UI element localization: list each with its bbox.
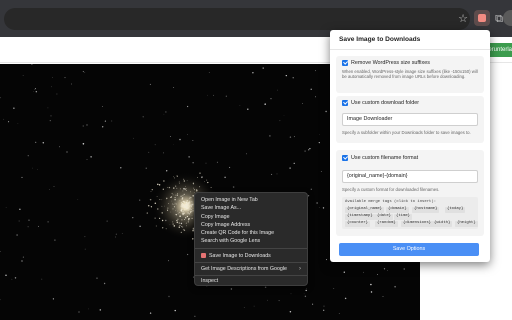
merge-tag[interactable]: {hostname} xyxy=(412,207,440,213)
filename-format-input[interactable]: {original_name}-{domain} xyxy=(342,170,478,183)
merge-tag[interactable]: {today} xyxy=(445,207,466,213)
menu-item-copy-image-address[interactable]: Copy Image Address xyxy=(201,221,250,229)
merge-tag[interactable]: {domain} xyxy=(386,207,409,213)
menu-item-copy-image[interactable]: Copy Image xyxy=(201,213,230,221)
custom-filename-label: Use custom filename format xyxy=(351,155,419,161)
context-menu: Open Image in New Tab Save Image As... C… xyxy=(194,192,308,286)
extension-icon xyxy=(201,252,206,258)
merge-tag[interactable]: {counter} xyxy=(345,221,371,227)
merge-tag[interactable]: {height} xyxy=(455,221,478,227)
save-options-button[interactable]: Save Options xyxy=(339,243,479,256)
folder-name-input[interactable]: Image Downloader xyxy=(342,113,478,126)
menu-item-open-image-new-tab[interactable]: Open Image in New Tab xyxy=(201,196,258,204)
extension-icon[interactable] xyxy=(474,10,490,26)
menu-item-save-image-as[interactable]: Save Image As... xyxy=(201,204,241,212)
menu-item-image-descriptions[interactable]: Get Image Descriptions from Google xyxy=(201,265,287,273)
merge-tags-box: Available merge tags (click to insert): … xyxy=(342,197,478,229)
menu-separator xyxy=(195,248,307,249)
custom-filename-checkbox[interactable] xyxy=(342,155,348,161)
address-bar[interactable] xyxy=(4,8,470,30)
chevron-right-icon: › xyxy=(299,266,301,272)
merge-tag[interactable]: {dimensions} xyxy=(401,221,434,227)
merge-tag[interactable]: {time} xyxy=(394,214,413,220)
custom-folder-label: Use custom download folder xyxy=(351,100,420,106)
star-icon[interactable]: ☆ xyxy=(456,12,470,26)
profile-icon[interactable] xyxy=(503,10,512,26)
filename-format-section: Use custom filename format {original_nam… xyxy=(336,150,484,236)
download-folder-section: Use custom download folder Image Downloa… xyxy=(336,96,484,143)
popup-divider xyxy=(330,49,490,50)
remove-suffix-checkbox[interactable] xyxy=(342,60,348,66)
merge-tags-title: Available merge tags (click to insert): xyxy=(345,200,437,204)
menu-item-inspect[interactable]: Inspect xyxy=(201,277,218,285)
popup-title: Save Image to Downloads xyxy=(339,36,421,43)
remove-suffix-description: When enabled, WordPress-style image size… xyxy=(342,69,478,80)
menu-item-label: Save Image to Downloads xyxy=(209,253,271,259)
folder-description: Specify a subfolder within your Download… xyxy=(342,130,471,135)
custom-folder-checkbox[interactable] xyxy=(342,100,348,106)
merge-tag[interactable]: {random} xyxy=(375,221,398,227)
filename-description: Specify a custom format for downloaded f… xyxy=(342,187,440,192)
menu-item-save-image-to-downloads[interactable]: Save Image to Downloads xyxy=(201,252,271,260)
wordpress-suffix-section: Remove WordPress size suffixes When enab… xyxy=(336,56,484,93)
menu-item-create-qr-code[interactable]: Create QR Code for this Image xyxy=(201,229,274,237)
merge-tag[interactable]: {timestamp} xyxy=(345,214,375,220)
merge-tag[interactable]: {date} xyxy=(375,214,394,220)
menu-separator xyxy=(195,275,307,276)
menu-item-search-google-lens[interactable]: Search with Google Lens xyxy=(201,237,260,245)
extension-popup: Save Image to Downloads Remove WordPress… xyxy=(330,30,490,262)
merge-tag[interactable]: {original_name} xyxy=(345,207,385,213)
menu-separator xyxy=(195,262,307,263)
remove-suffix-label: Remove WordPress size suffixes xyxy=(351,60,430,66)
merge-tag[interactable]: {width} xyxy=(432,221,453,227)
